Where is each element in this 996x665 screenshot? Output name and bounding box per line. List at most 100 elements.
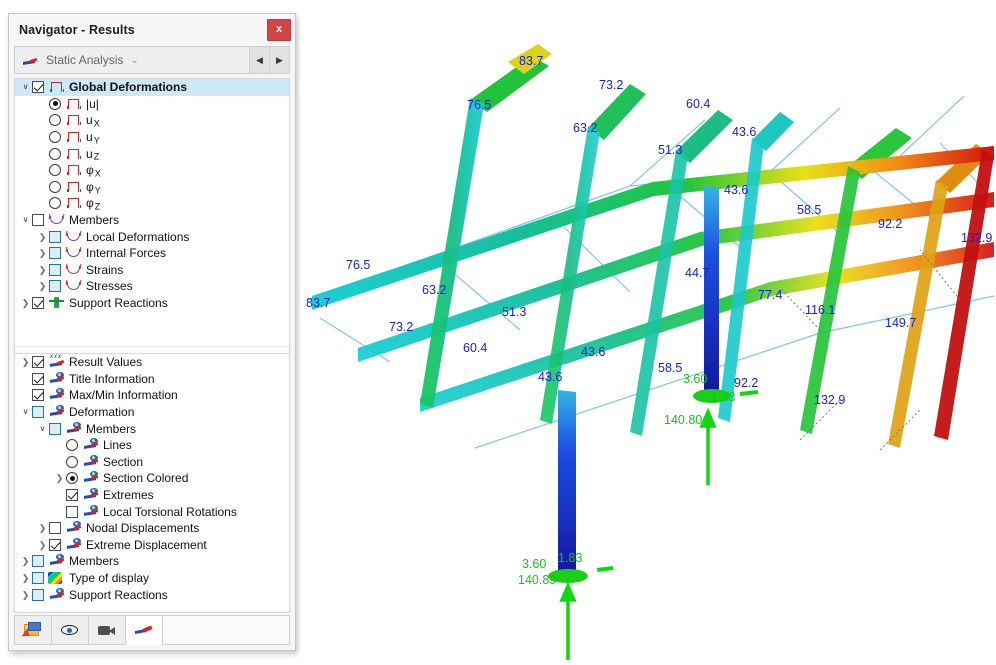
tree_top-local-deformations[interactable]: ❯ Local Deformations: [15, 228, 289, 245]
support-reaction-label: 3.60: [683, 372, 708, 386]
checkbox[interactable]: [49, 247, 61, 260]
chevron-down-icon[interactable]: ∨: [19, 212, 32, 228]
tree_top-[interactable]: φX: [15, 162, 289, 179]
display-icon: [82, 438, 99, 452]
next-case-button[interactable]: ▶: [269, 47, 289, 73]
checkbox[interactable]: [32, 572, 44, 585]
checkbox[interactable]: [32, 356, 44, 369]
radio-button[interactable]: [66, 439, 78, 452]
tree_bottom-members[interactable]: ❯ Members: [15, 553, 289, 570]
close-icon[interactable]: x: [267, 19, 291, 41]
tree_bottom-lines[interactable]: Lines: [15, 437, 289, 454]
radio-button[interactable]: [49, 114, 61, 127]
checkbox[interactable]: [49, 263, 61, 276]
tree_bottom-deformation[interactable]: ∨ Deformation: [15, 404, 289, 421]
radio-button[interactable]: [49, 180, 61, 193]
checkbox[interactable]: [49, 422, 61, 435]
checkbox[interactable]: [32, 555, 44, 568]
tree-item-subscript: Z: [93, 151, 100, 162]
tree_bottom-members[interactable]: ∨ Members: [15, 420, 289, 437]
results-tree-top[interactable]: ∨ Global Deformations |u| u Xu Yu Zφ Xφ Yφ Z ∨ Memb…: [14, 78, 290, 346]
model-viewport-3d[interactable]: 83.7 76.5 73.2 63.2 60.4 51.3 43.6 43.6 44.7 58.5…: [300, 0, 996, 665]
checkbox[interactable]: [49, 230, 61, 243]
tree-item-label: Members: [69, 554, 120, 569]
chevron-right-icon[interactable]: ❯: [36, 245, 49, 261]
tree_top-members[interactable]: ∨ Members: [15, 212, 289, 229]
tree_bottom-max-min-information[interactable]: Max/Min Information: [15, 387, 289, 404]
tree_top-[interactable]: φZ: [15, 195, 289, 212]
radio-button[interactable]: [66, 472, 78, 485]
tree_top-global-deformations[interactable]: ∨ Global Deformations: [15, 79, 289, 96]
navigator-tabbar: [14, 615, 290, 645]
chevron-right-icon[interactable]: ❯: [19, 553, 32, 569]
checkbox[interactable]: [32, 81, 44, 94]
project-navigator-tab[interactable]: [14, 615, 51, 645]
tree_bottom-local-torsional-rotations[interactable]: Local Torsional Rotations: [15, 503, 289, 520]
tree_bottom-nodal-displacements[interactable]: ❯ Nodal Displacements: [15, 520, 289, 537]
radio-button[interactable]: [49, 164, 61, 177]
chevron-right-icon[interactable]: ❯: [36, 262, 49, 278]
checkbox[interactable]: [32, 406, 44, 419]
checkbox[interactable]: [66, 505, 78, 518]
checkbox[interactable]: [49, 522, 61, 535]
chevron-right-icon[interactable]: ❯: [19, 587, 32, 603]
checkbox[interactable]: [32, 214, 44, 227]
checkbox[interactable]: [49, 280, 61, 293]
deformation-value-label: 58.5: [658, 361, 683, 375]
chevron-right-icon[interactable]: ❯: [36, 537, 49, 553]
panel-splitter[interactable]: [14, 346, 290, 354]
tree_bottom-title-information[interactable]: Title Information: [15, 371, 289, 388]
radio-button[interactable]: [49, 97, 61, 110]
checkbox[interactable]: [66, 489, 78, 502]
chevron-right-icon[interactable]: ❯: [36, 520, 49, 536]
tree_bottom-extremes[interactable]: Extremes: [15, 487, 289, 504]
tree_bottom-section-colored[interactable]: ❯ Section Colored: [15, 470, 289, 487]
tree_top-[interactable]: φY: [15, 179, 289, 196]
tree_top-u[interactable]: uX: [15, 112, 289, 129]
tree-item-label: Members: [86, 421, 137, 436]
chevron-right-icon[interactable]: ❯: [19, 354, 32, 370]
radio-button[interactable]: [66, 455, 78, 468]
checkbox[interactable]: [32, 588, 44, 601]
chevron-down-icon[interactable]: ∨: [19, 79, 32, 95]
tree-item-label: Local Torsional Rotations: [103, 504, 237, 519]
combobox-field[interactable]: Static Analysis ⌄: [15, 47, 249, 73]
tree_top-support-reactions[interactable]: ❯ Support Reactions: [15, 295, 289, 312]
previous-case-button[interactable]: ◀: [249, 47, 269, 73]
radio-button[interactable]: [49, 131, 61, 144]
radio-button[interactable]: [49, 147, 61, 160]
deformation-value-label: 83.7: [519, 54, 544, 68]
checkbox[interactable]: [32, 372, 44, 385]
checkbox[interactable]: [32, 389, 44, 402]
radio-button[interactable]: [49, 197, 61, 210]
tree_top-u[interactable]: |u|: [15, 96, 289, 113]
tabbar-filler: [162, 615, 290, 645]
chevron-right-icon[interactable]: ❯: [19, 570, 32, 586]
tree_bottom-result-values[interactable]: ❯ xxx Result Values: [15, 354, 289, 371]
tree_top-stresses[interactable]: ❯ Stresses: [15, 278, 289, 295]
chevron-right-icon[interactable]: ❯: [19, 295, 32, 311]
tree_bottom-support-reactions[interactable]: ❯ Support Reactions: [15, 586, 289, 603]
tree_bottom-section[interactable]: Section: [15, 454, 289, 471]
chevron-down-icon[interactable]: ∨: [19, 404, 32, 420]
member-icon: [48, 213, 65, 227]
tree_top-u[interactable]: uY: [15, 129, 289, 146]
chevron-right-icon[interactable]: ❯: [53, 470, 66, 486]
deformation-value-label: 149.7: [885, 316, 917, 330]
tree_bottom-extreme-displacement[interactable]: ❯ Extreme Displacement: [15, 537, 289, 554]
checkbox[interactable]: [32, 297, 44, 310]
render-navigator-tab[interactable]: [88, 615, 125, 645]
chevron-right-icon[interactable]: ❯: [36, 229, 49, 245]
chevron-down-icon[interactable]: ∨: [36, 421, 49, 437]
view-navigator-tab[interactable]: [51, 615, 88, 645]
chevron-down-icon[interactable]: ⌄: [130, 55, 142, 66]
tree_bottom-type-of-display[interactable]: ❯ Type of display: [15, 570, 289, 587]
chevron-right-icon[interactable]: ❯: [36, 278, 49, 294]
tree_top-u[interactable]: uZ: [15, 145, 289, 162]
results-navigator-tab[interactable]: [125, 615, 162, 645]
checkbox[interactable]: [49, 538, 61, 551]
display-tree-bottom[interactable]: ❯ xxx Result Values Title Information Max/Mi…: [14, 354, 290, 613]
tree_top-internal-forces[interactable]: ❯ Internal Forces: [15, 245, 289, 262]
tree_top-strains[interactable]: ❯ Strains: [15, 262, 289, 279]
analysis-type-combobox[interactable]: Static Analysis ⌄ ◀ ▶: [14, 46, 290, 74]
